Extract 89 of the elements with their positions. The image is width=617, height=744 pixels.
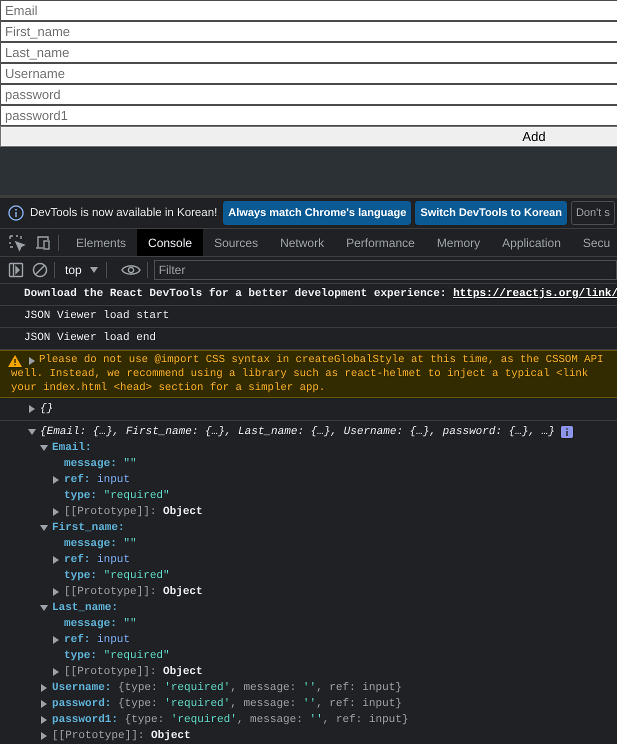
property-key: [[Prototype]]: xyxy=(52,728,144,744)
input-field[interactable]: First_name xyxy=(0,21,617,42)
log-message: JSON Viewer load start xyxy=(24,310,170,322)
warning-text: Please do not use @import CSS syntax in createGlobalStyle at this time, as the CSSOM API xyxy=(39,353,604,367)
expanded-arrow-icon[interactable] xyxy=(40,604,48,612)
infobar-button[interactable]: Always match Chrome's language xyxy=(223,201,412,225)
property-key: message: xyxy=(64,456,117,472)
property-value: "required" xyxy=(104,569,170,584)
log-message: JSON Viewer load end xyxy=(24,332,156,344)
info-badge-icon xyxy=(560,426,573,438)
property-value: "" xyxy=(123,457,137,472)
property-value: "" xyxy=(123,617,137,632)
object-preview: {} xyxy=(40,402,54,417)
panel-tab[interactable]: Sources xyxy=(203,229,270,256)
property-key: ref: xyxy=(64,632,90,648)
property-value: "" xyxy=(123,537,137,552)
property-value: {type: 'required', message: '', ref: input} xyxy=(118,681,402,696)
sidebar-toggle-icon[interactable] xyxy=(8,262,24,278)
filter-field[interactable]: Filter xyxy=(154,260,617,280)
collapsed-arrow-icon[interactable] xyxy=(28,405,36,413)
collapsed-arrow-icon[interactable] xyxy=(40,684,48,692)
property-value: Object xyxy=(163,665,203,680)
panel-tab[interactable]: Application xyxy=(491,229,572,256)
warning-text: well. Instead, we recommend using a library such as react-helmet to inject a typical <link xyxy=(10,367,590,381)
property-key: [[Prototype]]: xyxy=(64,584,156,600)
property-key: ref: xyxy=(64,552,90,568)
infobar-button[interactable]: Don't s xyxy=(570,201,615,225)
collapsed-arrow-icon[interactable] xyxy=(52,636,60,644)
panel-tab[interactable]: Network xyxy=(269,229,336,256)
caret-icon xyxy=(90,267,98,273)
panel-tab[interactable]: Performance xyxy=(335,229,426,256)
property-value: input xyxy=(97,473,130,488)
device-icon[interactable] xyxy=(34,234,52,252)
input-field[interactable]: Last_name xyxy=(0,42,617,63)
eye-icon[interactable] xyxy=(120,263,141,277)
panel-tab[interactable]: Secu xyxy=(572,229,617,256)
property-value: "required" xyxy=(104,649,170,664)
property-key: password1: xyxy=(52,712,118,728)
clear-console-icon[interactable] xyxy=(32,262,48,278)
collapsed-arrow-icon[interactable] xyxy=(28,357,36,365)
property-key: Email: xyxy=(52,440,92,456)
context-dropdown[interactable]: top xyxy=(61,263,100,277)
info-icon xyxy=(8,205,24,221)
log-message: Download the React DevTools for a better development experience: xyxy=(24,288,448,300)
input-field[interactable]: password xyxy=(0,84,617,105)
collapsed-arrow-icon[interactable] xyxy=(40,716,48,724)
object-preview: {Email: {…}, First_name: {…}, Last_name: {…}, Username: {…}, password: {…}, …} xyxy=(40,425,555,440)
collapsed-arrow-icon[interactable] xyxy=(52,556,60,564)
collapsed-arrow-icon[interactable] xyxy=(52,588,60,596)
property-value: input xyxy=(97,633,130,648)
property-key: message: xyxy=(64,616,117,632)
warning-text: your index.html <head> section for a simpler app. xyxy=(10,381,326,395)
info-message: DevTools is now available in Korean! xyxy=(30,207,218,219)
property-value: {type: 'required', message: '', ref: input} xyxy=(124,713,408,728)
collapsed-arrow-icon[interactable] xyxy=(40,700,48,708)
collapsed-arrow-icon[interactable] xyxy=(40,732,48,740)
property-value: input xyxy=(97,553,130,568)
property-value: Object xyxy=(163,585,203,600)
property-key: Last_name: xyxy=(52,600,118,616)
property-key: Username: xyxy=(52,680,112,696)
add-button[interactable]: Add xyxy=(0,126,617,147)
input-field[interactable]: Email xyxy=(0,0,617,21)
collapsed-arrow-icon[interactable] xyxy=(52,668,60,676)
input-field[interactable]: password1 xyxy=(0,105,617,126)
property-key: type: xyxy=(64,648,98,664)
property-key: First_name: xyxy=(52,520,125,536)
panel-tab[interactable]: Console xyxy=(137,229,204,256)
property-key: type: xyxy=(64,568,98,584)
panel-tab[interactable]: Elements xyxy=(65,229,138,256)
input-field[interactable]: Username xyxy=(0,63,617,84)
property-key: [[Prototype]]: xyxy=(64,664,156,680)
property-value: {type: 'required', message: '', ref: input} xyxy=(118,697,402,712)
property-key: password: xyxy=(52,696,112,712)
warning-icon xyxy=(8,355,22,367)
expanded-arrow-icon[interactable] xyxy=(28,428,36,436)
panel-tab[interactable]: Memory xyxy=(426,229,492,256)
infobar-button[interactable]: Switch DevTools to Korean xyxy=(415,201,567,225)
property-key: message: xyxy=(64,536,117,552)
collapsed-arrow-icon[interactable] xyxy=(52,476,60,484)
collapsed-arrow-icon[interactable] xyxy=(52,508,60,516)
expanded-arrow-icon[interactable] xyxy=(40,444,48,452)
expanded-arrow-icon[interactable] xyxy=(40,524,48,532)
property-value: Object xyxy=(163,505,203,520)
property-key: ref: xyxy=(64,472,90,488)
property-value: Object xyxy=(151,729,191,744)
property-key: [[Prototype]]: xyxy=(64,504,156,520)
property-key: type: xyxy=(64,488,98,504)
inspect-icon[interactable] xyxy=(8,234,26,252)
property-value: "required" xyxy=(104,489,170,504)
